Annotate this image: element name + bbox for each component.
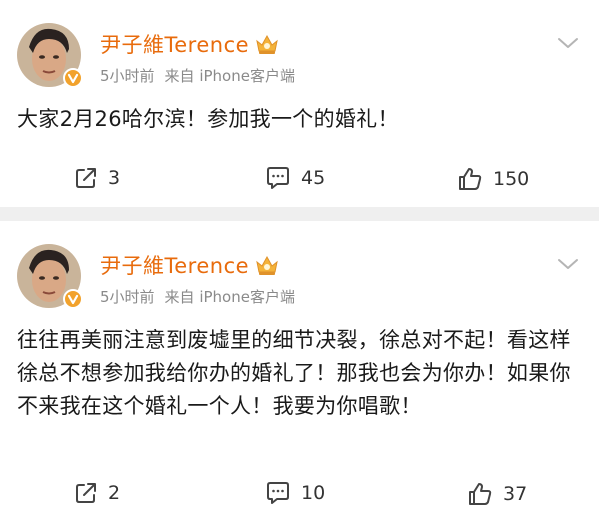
member-crown-icon[interactable]: [255, 254, 279, 276]
repost-button[interactable]: 3: [74, 166, 120, 190]
post-meta: 5小时前 来自 iPhone客户端: [100, 286, 295, 307]
repost-icon: [76, 483, 96, 503]
post-time: 5小时前: [100, 288, 155, 306]
username-row: 尹子維Terence: [100, 250, 279, 280]
username[interactable]: 尹子維Terence: [100, 29, 249, 59]
thumbs-up-icon: [469, 483, 492, 505]
username[interactable]: 尹子維Terence: [100, 250, 249, 280]
repost-count: 2: [108, 482, 121, 504]
comment-icon: [267, 482, 289, 504]
repost-count: 3: [108, 167, 121, 189]
chevron-down-icon[interactable]: [557, 257, 579, 271]
post-source: 来自 iPhone客户端: [164, 67, 295, 85]
post-text: 大家2月26哈尔滨！参加我一个的婚礼！: [17, 107, 399, 131]
verified-v-badge-icon: [63, 68, 83, 88]
post-source: 来自 iPhone客户端: [164, 288, 295, 306]
member-crown-icon[interactable]: [255, 33, 279, 55]
action-bar: 3 45 150: [0, 166, 599, 196]
comment-icon: [267, 167, 289, 189]
like-count: 150: [493, 168, 530, 190]
like-button[interactable]: 37: [467, 481, 527, 507]
weibo-post-1[interactable]: 尹子維Terence 5小时前 来自 iPhone客户端 大家2月26哈尔滨！参加…: [0, 0, 599, 207]
comment-button[interactable]: 45: [265, 166, 325, 190]
repost-button[interactable]: 2: [74, 481, 120, 505]
comment-button[interactable]: 10: [265, 481, 325, 505]
chevron-down-icon[interactable]: [557, 36, 579, 50]
action-bar: 2 10 37: [0, 481, 599, 511]
post-meta: 5小时前 来自 iPhone客户端: [100, 65, 295, 86]
verified-v-badge-icon: [63, 289, 83, 309]
post-text: 往往再美丽注意到废墟里的细节决裂，徐总对不起！看这样徐总不想参加我给你办的婚礼了…: [17, 328, 571, 418]
avatar[interactable]: [17, 23, 83, 88]
like-count: 37: [503, 483, 528, 505]
comment-count: 10: [301, 482, 326, 504]
weibo-post-2[interactable]: 尹子維Terence 5小时前 来自 iPhone客户端 往往再美丽注意到废墟里的…: [0, 221, 599, 519]
repost-icon: [76, 168, 96, 188]
post-time: 5小时前: [100, 67, 155, 85]
avatar[interactable]: [17, 244, 83, 309]
username-row: 尹子維Terence: [100, 29, 279, 59]
like-button[interactable]: 150: [457, 166, 529, 192]
thumbs-up-icon: [459, 168, 482, 190]
comment-count: 45: [301, 167, 326, 189]
